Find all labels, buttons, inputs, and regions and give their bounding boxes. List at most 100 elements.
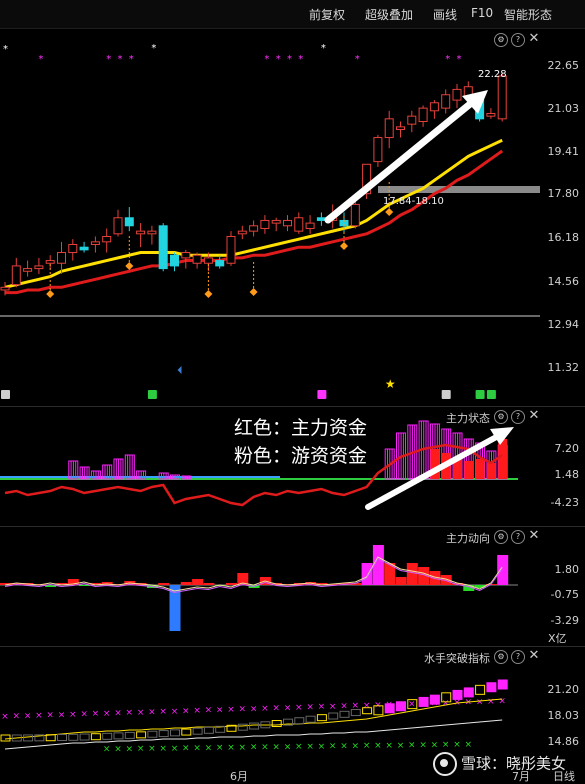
cross-marker: × bbox=[431, 740, 439, 750]
flow-bar bbox=[203, 583, 215, 585]
y-label: 1.48 bbox=[554, 468, 580, 481]
star-marker: * bbox=[151, 43, 156, 54]
candle-body bbox=[294, 217, 304, 232]
candle-body bbox=[316, 217, 326, 221]
close-icon[interactable]: ✕ bbox=[528, 649, 540, 662]
flow-bar bbox=[406, 563, 418, 585]
star-marker: * bbox=[355, 54, 360, 65]
y-label: -0.75 bbox=[550, 588, 579, 601]
toolbar-adjust-mode[interactable]: 前复权 bbox=[309, 6, 345, 23]
cross-marker: × bbox=[92, 709, 100, 719]
red-bar bbox=[486, 463, 496, 479]
cross-marker: × bbox=[171, 744, 179, 754]
help-icon[interactable]: ? bbox=[511, 410, 525, 424]
star-marker: * bbox=[38, 54, 43, 65]
cross-marker: × bbox=[363, 741, 371, 751]
cross-marker: × bbox=[148, 744, 156, 754]
gear-icon[interactable]: ⚙ bbox=[494, 410, 508, 424]
candle-body bbox=[23, 268, 33, 272]
y-label: 7.20 bbox=[554, 442, 580, 455]
toolbar-f10[interactable]: F10 bbox=[471, 6, 493, 20]
star-marker: * bbox=[298, 54, 303, 65]
breakout-box bbox=[294, 717, 305, 725]
x-label: 6月 bbox=[230, 770, 248, 783]
breakout-box bbox=[463, 687, 474, 698]
gear-icon[interactable]: ⚙ bbox=[494, 650, 508, 664]
cross-marker: × bbox=[80, 710, 88, 720]
main-force-direction-chart[interactable] bbox=[0, 527, 585, 645]
help-icon[interactable]: ? bbox=[511, 530, 525, 544]
y-label: 19.41 bbox=[547, 145, 580, 158]
breakout-indicator-chart[interactable]: × × × × × × × × × ×××××××××××××××××××××××××××××××… bbox=[0, 647, 585, 767]
breakout-box bbox=[452, 689, 463, 700]
cross-marker: × bbox=[329, 702, 337, 712]
event-marker bbox=[317, 390, 327, 399]
close-icon[interactable]: ✕ bbox=[528, 529, 540, 542]
toolbar-super-overlay[interactable]: 超级叠加 bbox=[365, 6, 413, 23]
y-label: 17.80 bbox=[547, 187, 580, 200]
annotation-pink: 粉色：游资资金 bbox=[234, 445, 368, 467]
candle-body bbox=[147, 230, 157, 235]
candle-body bbox=[192, 254, 202, 264]
event-marker bbox=[147, 390, 157, 399]
cross-marker: × bbox=[442, 740, 450, 750]
candle-body bbox=[226, 235, 236, 264]
toolbar-draw-line[interactable]: 画线 bbox=[433, 6, 457, 23]
cross-marker: × bbox=[205, 706, 213, 716]
cross-marker: × bbox=[374, 741, 382, 751]
top-toolbar: 前复权 超级叠加 画线 F10 智能形态 bbox=[0, 0, 585, 29]
diamond-marker bbox=[46, 290, 55, 298]
cross-marker: × bbox=[250, 704, 258, 714]
high-price-label: 22.28 bbox=[478, 69, 507, 80]
cross-marker: × bbox=[58, 710, 66, 720]
cross-marker: × bbox=[103, 745, 111, 755]
cross-marker: × bbox=[295, 742, 303, 752]
help-icon[interactable]: ? bbox=[511, 33, 525, 47]
gear-icon[interactable]: ⚙ bbox=[494, 530, 508, 544]
candle-body bbox=[384, 118, 394, 139]
candle-body bbox=[181, 252, 191, 259]
star-marker: * bbox=[264, 54, 269, 65]
event-marker bbox=[475, 390, 485, 399]
breakout-box bbox=[158, 730, 169, 738]
cross-marker: × bbox=[272, 704, 280, 714]
cross-marker: × bbox=[408, 699, 416, 709]
candlestick-chart[interactable]: * * * * * * * * * * * * * * ★ bbox=[0, 28, 585, 406]
cross-marker: × bbox=[261, 704, 269, 714]
cross-marker: × bbox=[13, 712, 21, 722]
gear-icon[interactable]: ⚙ bbox=[494, 33, 508, 47]
cross-marker: × bbox=[193, 743, 201, 753]
candle-body bbox=[45, 260, 55, 264]
red-bar bbox=[475, 459, 485, 479]
cross-marker: × bbox=[487, 697, 495, 707]
breakout-box bbox=[497, 679, 508, 690]
help-icon[interactable]: ? bbox=[511, 650, 525, 664]
candle-body bbox=[11, 265, 21, 286]
breakout-box bbox=[0, 734, 11, 742]
panel2-controls: ⚙? ✕ bbox=[491, 409, 540, 424]
cross-marker: × bbox=[205, 743, 213, 753]
candle-body bbox=[373, 137, 383, 163]
cross-marker: × bbox=[46, 711, 54, 721]
cross-marker: × bbox=[318, 702, 326, 712]
y-label: -3.29 bbox=[550, 614, 579, 627]
toolbar-smart-pattern[interactable]: 智能形态 bbox=[504, 6, 552, 23]
star-icon: ★ bbox=[385, 377, 396, 391]
star-marker: * bbox=[3, 44, 8, 55]
flow-bar bbox=[192, 579, 204, 585]
close-icon[interactable]: ✕ bbox=[528, 32, 540, 45]
cross-marker: × bbox=[250, 743, 258, 753]
candle-body bbox=[271, 219, 281, 224]
close-icon[interactable]: ✕ bbox=[528, 409, 540, 422]
cross-marker: × bbox=[272, 742, 280, 752]
snowball-logo-icon bbox=[433, 752, 457, 776]
cross-marker: × bbox=[239, 705, 247, 715]
watermark: 雪球：晓彤美女 bbox=[433, 752, 566, 776]
cross-marker: × bbox=[306, 703, 314, 713]
cross-marker: × bbox=[227, 705, 235, 715]
candle-body bbox=[113, 217, 123, 235]
cross-marker: × bbox=[239, 743, 247, 753]
star-marker: * bbox=[321, 43, 326, 54]
cross-marker: × bbox=[137, 744, 145, 754]
flow-bar bbox=[226, 583, 237, 585]
